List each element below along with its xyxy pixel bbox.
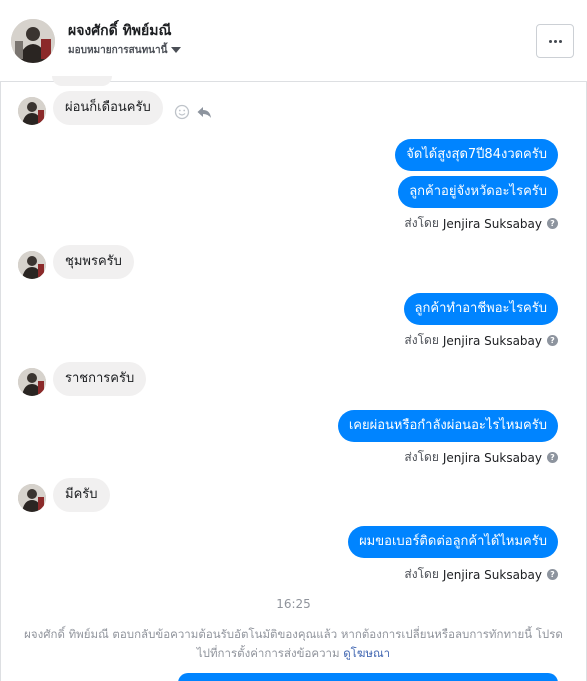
outgoing-message[interactable]: ลูกค้าอยู่จังหวัดอะไรครับ	[398, 176, 558, 208]
avatar	[18, 97, 46, 125]
notice-text: ผจงศักดิ์ ทิพย์มณี ตอบกลับข้อความต้อนรับ…	[24, 627, 563, 660]
message-actions	[174, 104, 212, 124]
incoming-message[interactable]: ราชการครับ	[53, 362, 147, 396]
incoming-message[interactable]: ชุมพรครับ	[53, 245, 134, 279]
sender-name: Jenjira Suksabay	[442, 333, 542, 348]
sent-by-prefix: ส่งโดย	[404, 450, 439, 464]
incoming-message[interactable]: มีครับ	[53, 478, 110, 512]
dot-icon	[553, 39, 557, 43]
timestamp: 16:25	[276, 597, 311, 611]
conversation-header: ผจงศักดิ์ ทิพย์มณี มอบหมายการสนทนานี้	[0, 0, 587, 82]
help-icon[interactable]: ?	[547, 569, 558, 580]
outgoing-message[interactable]: จัดได้สูงสุด7ปี84งวดครับ	[395, 139, 558, 171]
caret-down-icon	[171, 47, 182, 53]
clipped-outgoing-message	[178, 673, 558, 681]
view-ad-link[interactable]: ดูโฆษณา	[343, 646, 390, 660]
help-icon[interactable]: ?	[547, 452, 558, 463]
sender-name: Jenjira Suksabay	[442, 450, 542, 465]
sent-by-label: ส่งโดย Jenjira Suksabay ?	[404, 331, 558, 350]
outgoing-message[interactable]: ลูกค้าทำอาชีพอะไรครับ	[403, 293, 558, 325]
outgoing-message[interactable]: ผมขอเบอร์ติดต่อลูกค้าได้ไหมครับ	[348, 526, 558, 558]
sender-name: Jenjira Suksabay	[442, 216, 542, 231]
auto-reply-notice: ผจงศักดิ์ ทิพย์มณี ตอบกลับข้อความต้อนรับ…	[20, 625, 567, 663]
dot-icon	[548, 39, 552, 43]
contact-name[interactable]: ผจงศักดิ์ ทิพย์มณี	[68, 20, 171, 42]
help-icon[interactable]: ?	[547, 218, 558, 229]
incoming-message[interactable]: ผ่อนก็เดือนครับ	[53, 91, 163, 125]
sent-by-prefix: ส่งโดย	[404, 333, 439, 347]
more-options-button[interactable]	[536, 24, 574, 58]
assign-conversation-dropdown[interactable]: มอบหมายการสนทนานี้	[68, 43, 182, 58]
outgoing-message[interactable]: เคยผ่อนหรือกำลังผ่อนอะไรไหมครับ	[337, 410, 558, 442]
sent-by-label: ส่งโดย Jenjira Suksabay ?	[404, 448, 558, 467]
sent-by-label: ส่งโดย Jenjira Suksabay ?	[404, 214, 558, 233]
reply-icon[interactable]	[196, 104, 212, 124]
dot-icon	[558, 39, 562, 43]
assign-label: มอบหมายการสนทนานี้	[68, 45, 168, 56]
sent-by-label: ส่งโดย Jenjira Suksabay ?	[404, 565, 558, 584]
avatar[interactable]	[11, 19, 55, 63]
sent-by-prefix: ส่งโดย	[404, 216, 439, 230]
avatar	[18, 484, 46, 512]
avatar	[18, 251, 46, 279]
avatar	[18, 368, 46, 396]
smiley-icon[interactable]	[174, 104, 190, 124]
sender-name: Jenjira Suksabay	[442, 567, 542, 582]
clipped-message-bubble	[52, 76, 112, 86]
help-icon[interactable]: ?	[547, 335, 558, 346]
sent-by-prefix: ส่งโดย	[404, 567, 439, 581]
